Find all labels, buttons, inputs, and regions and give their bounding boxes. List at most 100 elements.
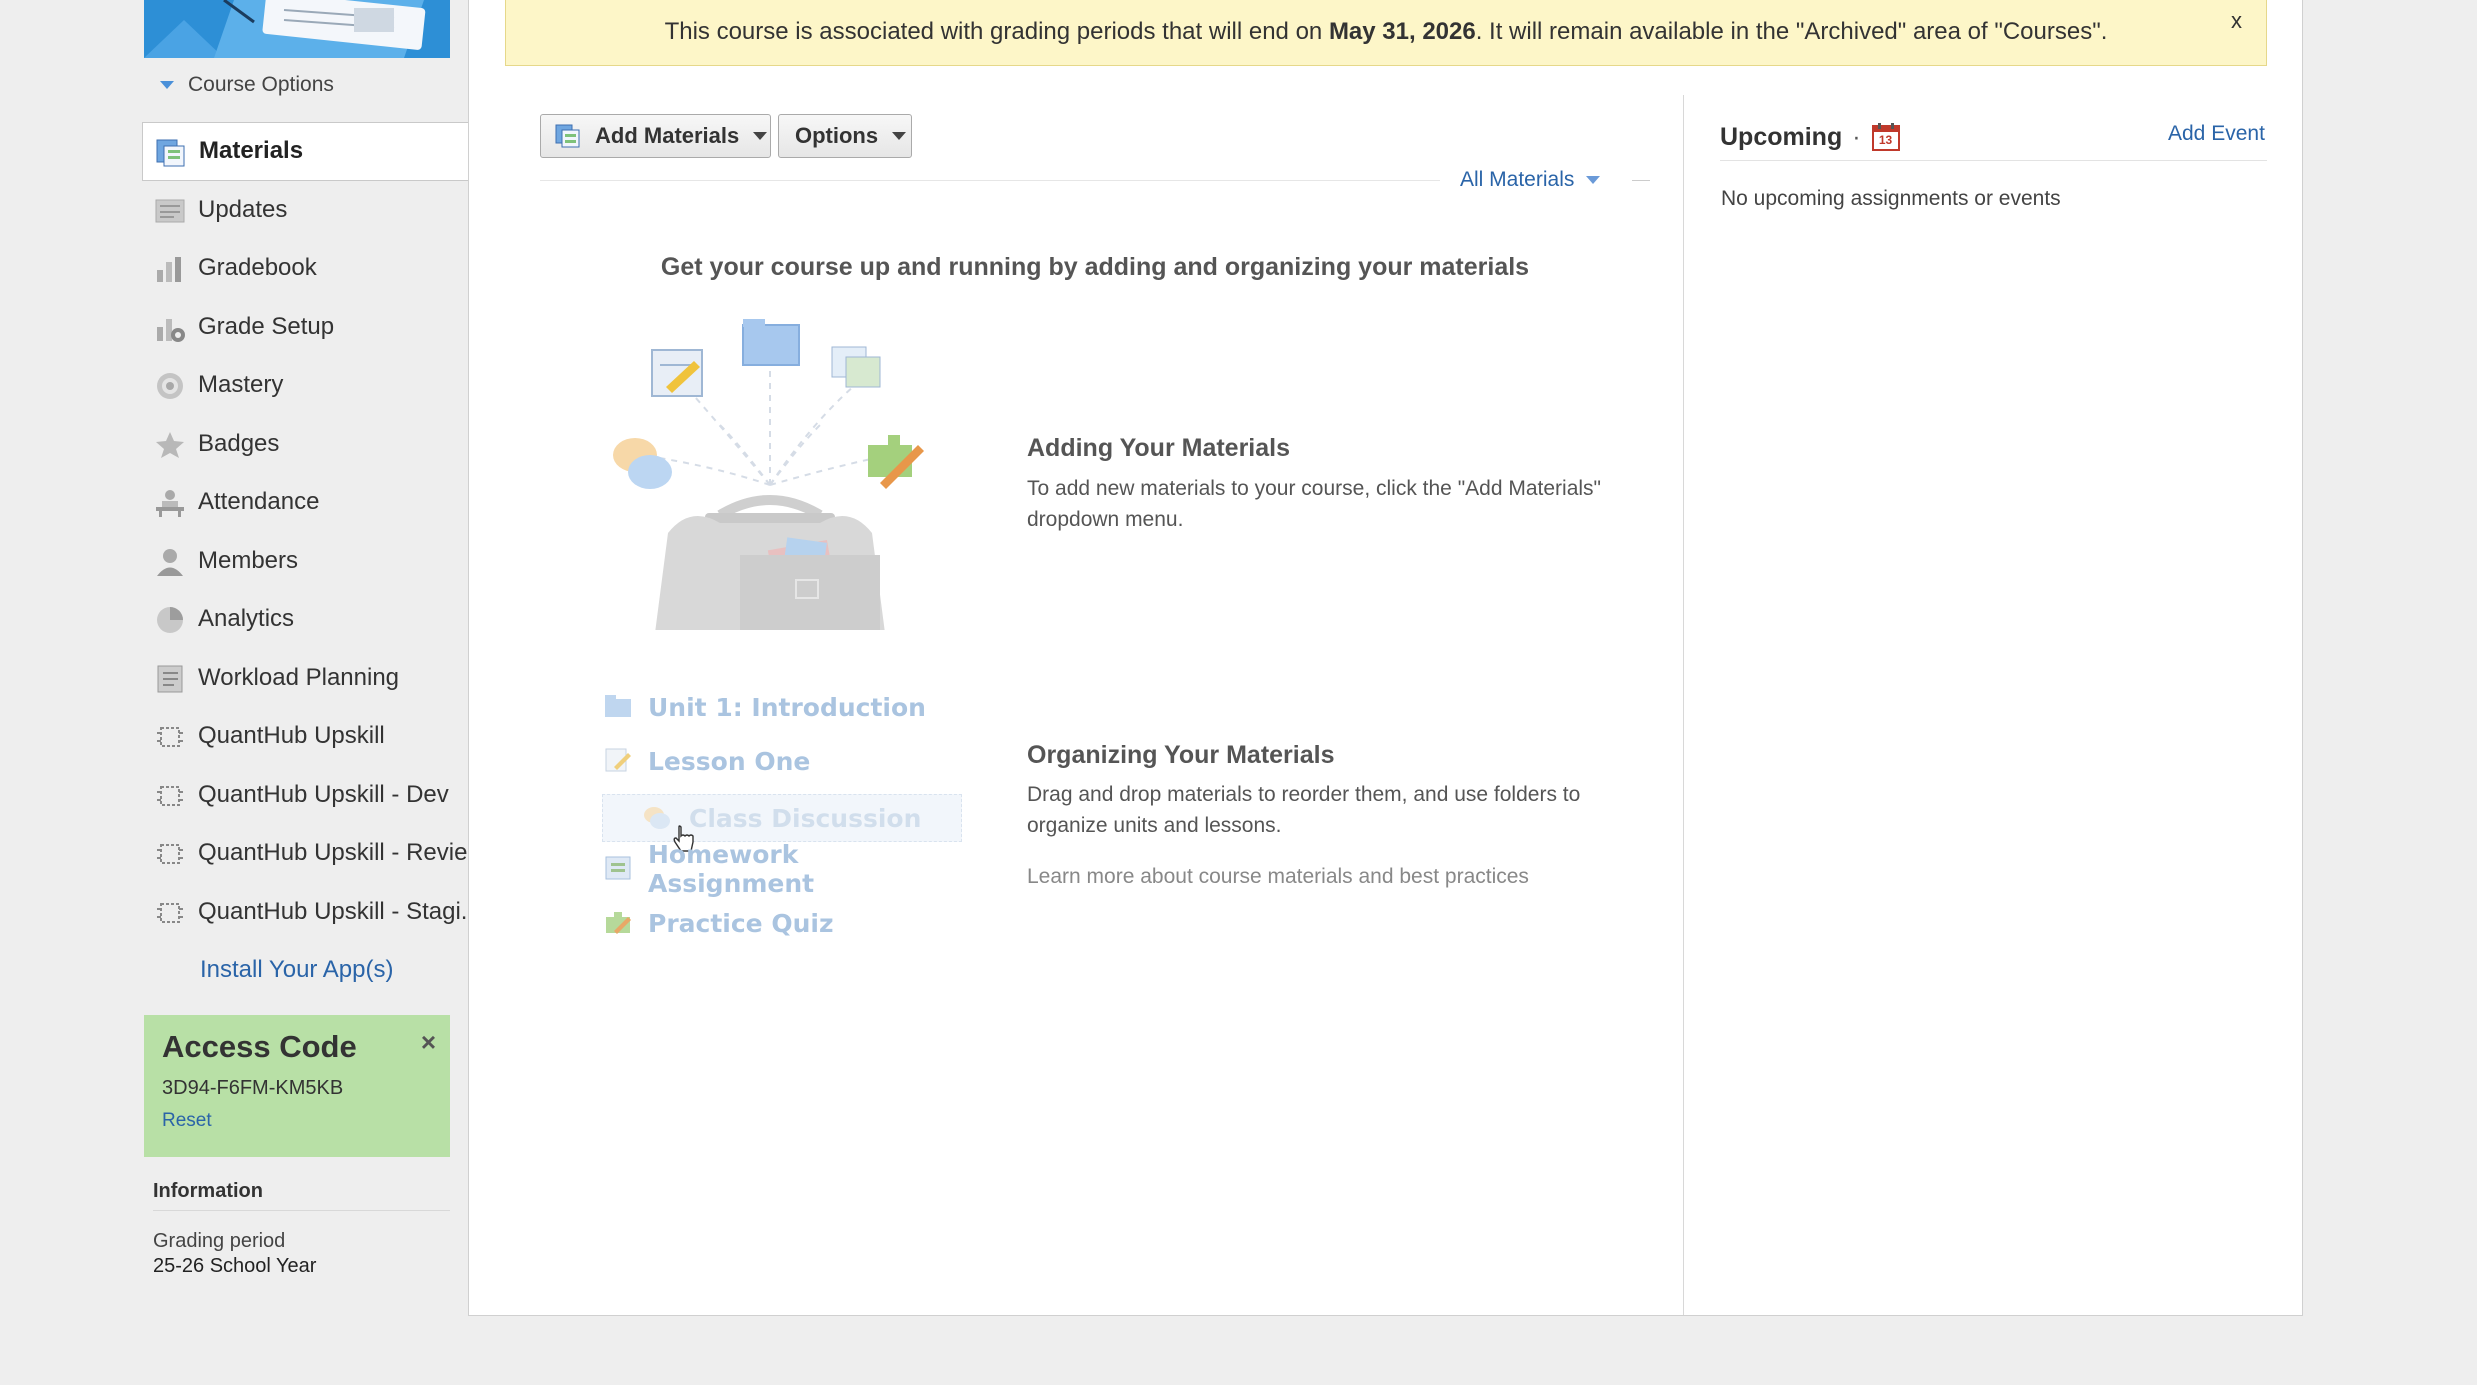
empty-state-headline: Get your course up and running by adding… [660,253,1530,281]
adding-materials-title: Adding Your Materials [1027,434,1291,462]
notice-text-start: This course is associated with grading p… [664,18,1329,45]
column-divider [1683,95,1684,1315]
list-item: Unit 1: Introduction [602,680,962,734]
chevron-down-icon [892,132,907,140]
options-label: Options [795,123,879,148]
calendar-icon[interactable]: 13 [1871,122,1901,152]
calendar-day: 13 [1878,133,1893,147]
upcoming-divider [1720,160,2267,161]
course-options-toggle[interactable]: Course Options [160,70,334,100]
close-icon[interactable]: × [421,1029,436,1055]
information-heading: Information [153,1180,263,1202]
materials-icon [156,139,185,167]
add-materials-label: Add Materials [595,123,740,148]
app-chip-icon [157,844,183,864]
toolbox-illustration [613,319,924,630]
sidebar-item-quanthub-upskill-dev[interactable]: QuantHub Upskill - Dev [142,766,470,825]
chevron-down-icon [160,81,174,89]
app-chip-icon [157,785,183,806]
adding-materials-text: To add new materials to your course, cli… [1027,477,1601,531]
access-code-box: Access Code 3D94-F6FM-KM5KB Reset × [144,1015,450,1157]
materials-filter-dropdown[interactable]: All Materials [1460,168,1601,192]
add-event-link[interactable]: Add Event [2168,122,2265,146]
analytics-icon [157,607,183,633]
app-chip-icon [157,902,183,923]
list-item-label: Lesson One [648,746,811,776]
sidebar-item-analytics[interactable]: Analytics [142,590,470,649]
workload-planning-icon [157,665,183,692]
sidebar-item-mastery[interactable]: Mastery [142,356,470,415]
course-nav: Materials Updates Gradebook Grade Setup … [142,122,470,1000]
sidebar-item-workload-planning[interactable]: Workload Planning [142,649,470,708]
sidebar-item-quanthub-upskill[interactable]: QuantHub Upskill [142,707,470,766]
sidebar-item-members[interactable]: Members [142,532,470,591]
members-icon [157,548,183,576]
sidebar-item-label: Materials [199,137,304,165]
sidebar-item-label: Members [198,546,299,574]
list-item-dragging: Class Discussion [602,794,962,852]
sidebar-item-label: QuantHub Upskill - Dev [198,780,449,808]
add-materials-icon [555,124,580,148]
attendance-icon [156,490,184,517]
sidebar-item-gradebook[interactable]: Gradebook [142,239,470,298]
list-item-label: Practice Quiz [648,908,834,938]
sidebar-item-updates[interactable]: Updates [142,181,470,240]
app-chip-icon [157,727,183,747]
organizing-materials-text: Drag and drop materials to reorder them,… [1027,783,1581,837]
sidebar-item-quanthub-upskill-staging[interactable]: QuantHub Upskill - Stagi... [142,883,470,942]
grading-period-value: 25-26 School Year [153,1255,317,1277]
sidebar-item-label: Attendance [198,488,320,516]
materials-filter-label: All Materials [1460,168,1575,191]
sidebar-item-attendance[interactable]: Attendance [142,473,470,532]
course-image[interactable] [144,0,450,58]
sidebar-item-label: Analytics [198,605,295,633]
page-icon [605,748,631,772]
list-item: Homework Assignment [602,840,962,898]
install-apps-link[interactable]: Install Your App(s) [142,941,470,1000]
no-upcoming-text: No upcoming assignments or events [1721,187,2061,210]
archive-notice-banner: This course is associated with grading p… [505,0,2267,66]
sidebar-item-grade-setup[interactable]: Grade Setup [142,298,470,357]
organizing-materials-title: Organizing Your Materials [1027,741,1335,769]
list-item: Practice Quiz [602,896,962,950]
list-item-label: Unit 1: Introduction [648,692,926,722]
course-options-label: Course Options [188,73,334,96]
mastery-icon [157,373,183,399]
access-code-title: Access Code [162,1029,357,1064]
sidebar-item-label: Updates [198,195,288,223]
sidebar-item-label: Gradebook [198,254,317,282]
sidebar-item-badges[interactable]: Badges [142,415,470,474]
grade-setup-icon [157,318,185,342]
options-button[interactable]: Options [778,114,912,158]
learn-more-link[interactable]: Learn more about course materials and be… [1027,865,1529,889]
sidebar-item-label: Grade Setup [198,312,335,340]
discussion-icon [644,807,670,829]
chevron-down-icon [1586,176,1601,184]
updates-icon [155,199,185,222]
chevron-down-icon [753,132,768,140]
access-code-value: 3D94-F6FM-KM5KB [162,1077,344,1099]
filter-divider [1632,180,1650,181]
quiz-icon [606,912,631,934]
access-code-reset-link[interactable]: Reset [162,1110,432,1132]
sidebar-item-label: Mastery [198,371,284,399]
folder-icon [605,695,631,717]
sidebar-item-label: QuantHub Upskill - Stagi... [198,897,470,925]
upcoming-title: Upcoming [1720,122,1843,151]
notice-text-end: . It will remain available in the "Archi… [1475,18,2108,45]
sample-materials-list: Unit 1: Introduction Lesson One Class Di… [602,680,962,950]
sidebar-item-label: QuantHub Upskill [198,722,385,750]
close-banner-button[interactable]: x [2231,8,2242,34]
sidebar-item-label: Badges [198,429,280,457]
install-apps-label: Install Your App(s) [200,956,394,984]
list-item-label: Class Discussion [689,803,922,833]
add-materials-button[interactable]: Add Materials [540,114,771,158]
list-item: Lesson One [602,734,962,788]
grading-period-label: Grading period [153,1230,286,1252]
toolbar-divider [540,180,1440,181]
sidebar-item-materials[interactable]: Materials [142,122,470,181]
gradebook-icon [157,257,181,282]
sidebar-item-quanthub-upskill-review[interactable]: QuantHub Upskill - Revie... [142,824,470,883]
upcoming-heading: Upcoming · 13 [1720,122,1901,152]
notice-end-date: May 31, 2026 [1328,18,1476,45]
